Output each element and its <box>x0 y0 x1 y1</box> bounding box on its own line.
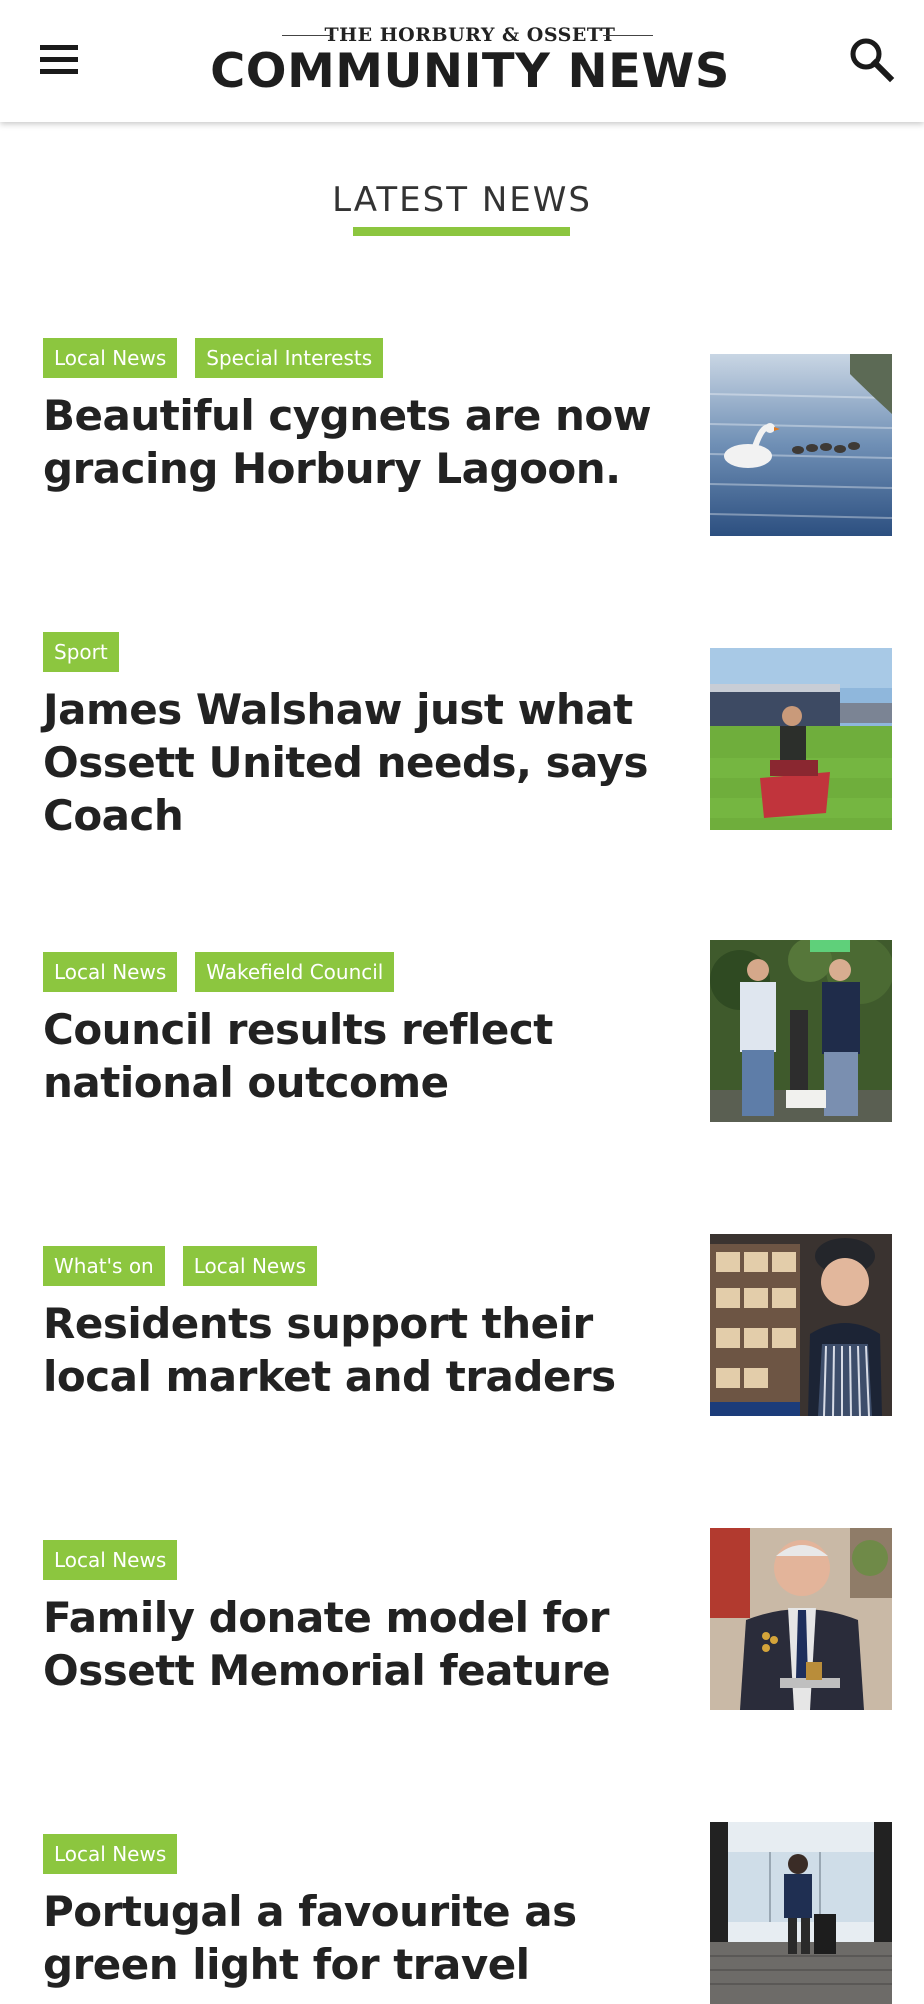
tag-whats-on[interactable]: What's on <box>43 1246 165 1286</box>
article-thumbnail[interactable] <box>710 1234 892 1416</box>
tag-local-news[interactable]: Local News <box>43 1834 178 1874</box>
tag-local-news[interactable]: Local News <box>182 1246 317 1286</box>
article-tags: Local News <box>43 1834 178 1874</box>
article-headline[interactable]: James Walshaw just what Ossett United ne… <box>43 683 683 842</box>
site-logo[interactable]: THE HORBURY & OSSETT COMMUNITY NEWS <box>190 22 750 102</box>
article-thumbnail[interactable] <box>710 940 892 1122</box>
airport-traveller-photo <box>710 1822 892 2004</box>
market-trader-photo <box>710 1234 892 1416</box>
section-underline <box>353 227 570 236</box>
logo-top-text: THE HORBURY & OSSETT <box>324 24 616 46</box>
site-header: THE HORBURY & OSSETT COMMUNITY NEWS <box>0 0 924 122</box>
article-headline[interactable]: Beautiful cygnets are now gracing Horbur… <box>43 389 683 495</box>
article-tags: Local News Special Interests <box>43 338 384 378</box>
menu-bar <box>40 57 78 62</box>
article-thumbnail[interactable] <box>710 1822 892 2004</box>
article-headline[interactable]: Portugal a favourite as green light for … <box>43 1885 683 1991</box>
article-thumbnail[interactable] <box>710 1528 892 1710</box>
section-title: LATEST NEWS <box>332 180 592 220</box>
article-tags: Local News Wakefield Council <box>43 952 395 992</box>
article-tags: What's on Local News <box>43 1246 317 1286</box>
logo-rule <box>282 35 332 36</box>
tag-local-news[interactable]: Local News <box>43 952 178 992</box>
swans-lagoon-photo <box>710 354 892 536</box>
logo-rule <box>603 35 653 36</box>
article-headline[interactable]: Family donate model for Ossett Memorial … <box>43 1591 683 1697</box>
article-tags: Sport <box>43 632 119 672</box>
tag-local-news[interactable]: Local News <box>43 1540 178 1580</box>
memorial-statue-photo <box>710 940 892 1122</box>
veteran-model-photo <box>710 1528 892 1710</box>
football-ground-photo <box>710 648 892 830</box>
menu-bar <box>40 45 78 50</box>
tag-wakefield-council[interactable]: Wakefield Council <box>195 952 395 992</box>
article-headline[interactable]: Residents support their local market and… <box>43 1297 683 1403</box>
article-headline[interactable]: Council results reflect national outcome <box>43 1003 683 1109</box>
tag-local-news[interactable]: Local News <box>43 338 178 378</box>
article-thumbnail[interactable] <box>710 354 892 536</box>
tag-special-interests[interactable]: Special Interests <box>195 338 384 378</box>
logo-main-text: COMMUNITY NEWS <box>210 44 730 99</box>
search-icon[interactable] <box>846 34 898 86</box>
article-tags: Local News <box>43 1540 178 1580</box>
tag-sport[interactable]: Sport <box>43 632 119 672</box>
article-thumbnail[interactable] <box>710 648 892 830</box>
hamburger-menu-icon[interactable] <box>36 36 86 86</box>
menu-bar <box>40 69 78 74</box>
